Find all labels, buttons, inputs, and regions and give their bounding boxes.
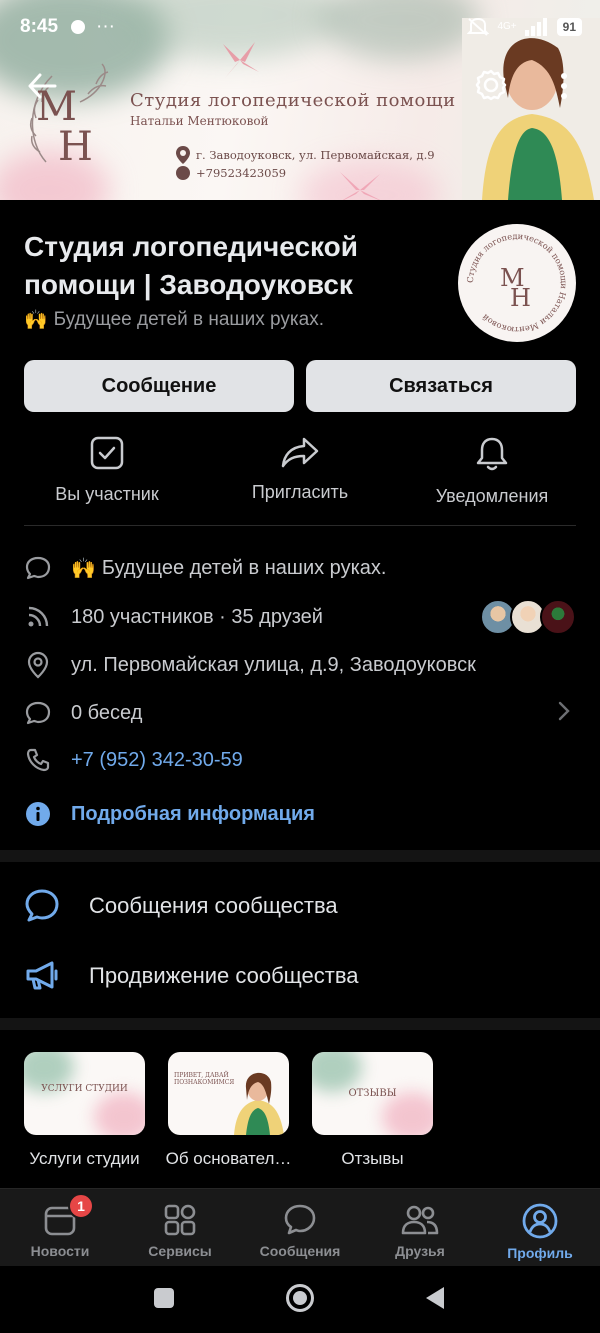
info-status: 🙌 Будущее детей в наших руках. bbox=[24, 550, 576, 586]
community-header: Студия логопедической помощи | Заводоуко… bbox=[24, 228, 444, 332]
founder-photo bbox=[234, 1072, 284, 1135]
checkbox-icon bbox=[90, 436, 124, 470]
tab-news[interactable]: Новости 1 bbox=[0, 1193, 120, 1259]
chat-bubble-icon bbox=[25, 701, 51, 725]
status-time: 8:45 bbox=[20, 16, 59, 37]
news-badge: 1 bbox=[68, 1193, 94, 1219]
bottom-tab-bar: Новости 1 Сервисы Сообщения Друзья Профи… bbox=[0, 1188, 600, 1266]
member-action[interactable]: Вы участник bbox=[22, 436, 192, 505]
phone-icon bbox=[176, 166, 190, 180]
status-bar: 8:45 ··· 4G+ 91 bbox=[0, 0, 600, 54]
mute-icon bbox=[467, 17, 490, 36]
info-chats[interactable]: 0 бесед bbox=[24, 695, 576, 731]
more-info-link[interactable]: Подробная информация bbox=[24, 796, 576, 832]
app-notification-icon bbox=[71, 20, 86, 34]
settings-button[interactable] bbox=[470, 64, 512, 106]
tab-profile[interactable]: Профиль bbox=[480, 1203, 600, 1261]
card-reviews-image: ОТЗЫВЫ bbox=[312, 1052, 433, 1135]
megaphone-icon bbox=[26, 961, 58, 990]
signal-icon bbox=[524, 18, 547, 36]
friends-avatars bbox=[480, 599, 576, 635]
more-notifications-icon: ··· bbox=[96, 16, 116, 37]
info-address[interactable]: ул. Первомайская улица, д.9, Заводоуковс… bbox=[24, 647, 576, 683]
battery-indicator: 91 bbox=[556, 18, 582, 36]
card-services[interactable]: УСЛУГИ СТУДИИ Услуги студии bbox=[24, 1052, 145, 1168]
flower-decoration bbox=[340, 172, 380, 200]
community-promotion-item[interactable]: Продвижение сообщества bbox=[24, 954, 576, 998]
card-reviews[interactable]: ОТЗЫВЫ Отзывы bbox=[312, 1052, 433, 1168]
community-title: Студия логопедической помощи | Заводоуко… bbox=[24, 231, 358, 300]
message-button[interactable]: Сообщение bbox=[24, 360, 294, 412]
friends-icon bbox=[401, 1205, 439, 1235]
network-type: 4G+ bbox=[497, 21, 517, 32]
back-arrow-icon bbox=[28, 73, 57, 99]
tab-messages[interactable]: Сообщения bbox=[240, 1203, 360, 1259]
raised-hands-icon: 🙌 bbox=[71, 557, 96, 580]
divider bbox=[24, 525, 576, 526]
card-services-image: УСЛУГИ СТУДИИ bbox=[24, 1052, 145, 1135]
action-bar: Вы участник Пригласить Уведомления bbox=[0, 436, 600, 512]
contact-button[interactable]: Связаться bbox=[306, 360, 576, 412]
back-button[interactable] bbox=[22, 66, 62, 106]
notifications-action[interactable]: Уведомления bbox=[407, 436, 577, 507]
system-back-icon[interactable] bbox=[424, 1285, 446, 1311]
services-grid-icon bbox=[164, 1204, 196, 1236]
community-avatar[interactable]: Студия логопедической помощи Натальи Мен… bbox=[458, 224, 576, 342]
chat-bubble-icon bbox=[25, 889, 59, 922]
info-members[interactable]: 180 участников · 35 друзей bbox=[24, 599, 576, 635]
community-status: 🙌 Будущее детей в наших руках. bbox=[24, 309, 324, 331]
chevron-right-icon bbox=[558, 701, 570, 721]
speech-bubble-icon bbox=[25, 556, 51, 580]
invite-action[interactable]: Пригласить bbox=[215, 436, 385, 503]
share-icon bbox=[281, 437, 319, 468]
recent-apps-icon[interactable] bbox=[153, 1287, 175, 1309]
svg-text:H: H bbox=[510, 284, 531, 312]
more-menu-button[interactable] bbox=[552, 66, 576, 106]
info-phone[interactable]: +7 (952) 342-30-59 bbox=[24, 742, 576, 778]
community-messages-item[interactable]: Сообщения сообщества bbox=[24, 884, 576, 928]
gear-icon bbox=[475, 69, 507, 101]
avatar-logo: Студия логопедической помощи Натальи Мен… bbox=[459, 225, 575, 341]
tab-friends[interactable]: Друзья bbox=[360, 1203, 480, 1259]
cover-phone: +79523423059 bbox=[176, 166, 286, 180]
section-separator bbox=[0, 1018, 600, 1030]
friend-avatar bbox=[540, 599, 576, 635]
home-icon[interactable] bbox=[285, 1283, 315, 1313]
phone-icon bbox=[26, 748, 50, 772]
bell-icon bbox=[476, 437, 508, 471]
cover-title: Студия логопедической помощи bbox=[130, 90, 456, 111]
location-pin-icon bbox=[176, 146, 190, 164]
svg-text:H: H bbox=[58, 124, 93, 170]
profile-icon bbox=[522, 1203, 558, 1239]
location-pin-icon bbox=[27, 651, 49, 679]
chat-bubble-icon bbox=[284, 1204, 316, 1235]
cover-address: г. Заводоуковск, ул. Первомайская, д.9 bbox=[176, 146, 435, 164]
card-founder-image: ПРИВЕТ, ДАВАЙ ПОЗНАКОМИМСЯ bbox=[168, 1052, 289, 1135]
tab-services[interactable]: Сервисы bbox=[120, 1203, 240, 1259]
info-icon bbox=[26, 802, 50, 826]
community-cover: M H Студия логопедической помощи Натальи… bbox=[0, 0, 600, 200]
rss-icon bbox=[28, 606, 49, 627]
cover-subtitle: Натальи Ментюковой bbox=[130, 114, 269, 128]
system-navigation-bar bbox=[0, 1266, 600, 1333]
raised-hands-icon: 🙌 bbox=[24, 310, 48, 331]
card-founder[interactable]: ПРИВЕТ, ДАВАЙ ПОЗНАКОМИМСЯ Об основател… bbox=[166, 1052, 291, 1168]
kebab-menu-icon bbox=[561, 73, 567, 99]
section-separator bbox=[0, 850, 600, 862]
